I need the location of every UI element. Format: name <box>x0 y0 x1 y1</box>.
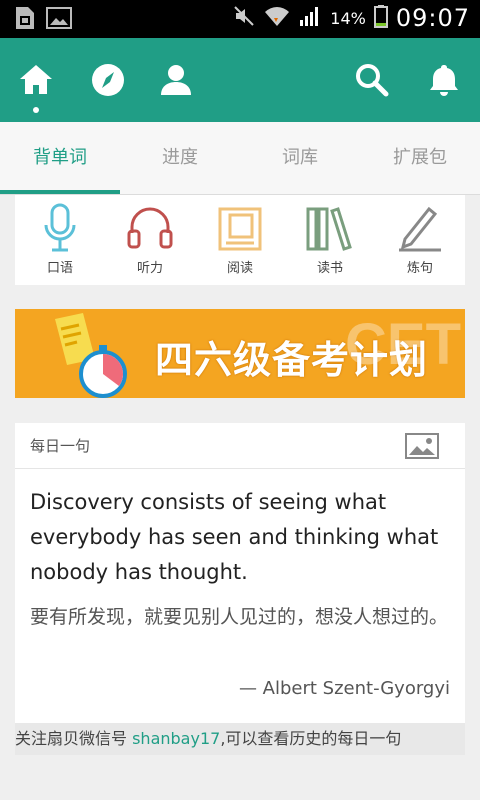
app-bar <box>0 38 480 122</box>
books-icon <box>306 207 352 251</box>
status-bar: 14% 09:07 <box>0 0 480 38</box>
headphones-icon <box>127 207 173 249</box>
cet-plan-banner[interactable]: 四六级备考计划 CET <box>15 309 465 398</box>
feature-books[interactable]: 读书 <box>285 195 375 285</box>
compass-icon[interactable] <box>90 62 126 98</box>
tab-extensions[interactable]: 扩展包 <box>360 122 480 194</box>
feature-grid: 口语 听力 阅读 读书 炼句 <box>15 195 465 285</box>
feature-reading[interactable]: 阅读 <box>195 195 285 285</box>
signal-icon <box>298 4 322 32</box>
note-suffix: ,可以查看历史的每日一句 <box>220 729 402 748</box>
feature-label: 读书 <box>316 261 343 276</box>
daily-sentence-title: 每日一句 <box>30 437 91 455</box>
tab-memorize-words[interactable]: 背单词 <box>0 122 120 194</box>
feature-sentence-practice[interactable]: 炼句 <box>375 195 465 285</box>
quote-author: — Albert Szent-Gyorgyi <box>238 678 450 699</box>
quote-chinese: 要有所发现，就要见别人见过的，想没人想过的。 <box>30 606 449 628</box>
feature-speaking[interactable]: 口语 <box>15 195 105 285</box>
feature-label: 炼句 <box>406 261 433 276</box>
document-icon <box>218 207 262 251</box>
clock: 09:07 <box>395 4 470 32</box>
wifi-icon <box>264 4 290 32</box>
microphone-icon <box>44 203 76 252</box>
battery-percent: 14% <box>330 8 366 28</box>
home-icon[interactable] <box>18 62 54 98</box>
daily-sentence-header: 每日一句 <box>15 423 465 469</box>
feature-label: 口语 <box>46 261 73 276</box>
wechat-handle[interactable]: shanbay17 <box>132 729 220 748</box>
banner-watermark: CET <box>345 312 461 377</box>
tab-bar: 背单词 进度 词库 扩展包 <box>0 122 480 195</box>
tab-word-library[interactable]: 词库 <box>240 122 360 194</box>
wechat-follow-note: 关注扇贝微信号 shanbay17,可以查看历史的每日一句 <box>15 723 465 755</box>
image-notification-icon <box>46 6 72 34</box>
feature-label: 听力 <box>136 261 163 276</box>
feature-listening[interactable]: 听力 <box>105 195 195 285</box>
battery-icon <box>373 4 388 32</box>
active-page-indicator <box>33 107 39 113</box>
feature-label: 阅读 <box>226 261 253 276</box>
stopwatch-icon <box>55 313 127 398</box>
profile-icon[interactable] <box>158 62 194 98</box>
daily-sentence-card: 每日一句 Discovery consists of seeing what e… <box>15 423 465 723</box>
note-prefix: 关注扇贝微信号 <box>15 729 133 748</box>
search-icon[interactable] <box>354 62 390 98</box>
pencil-icon <box>399 206 441 252</box>
tab-progress[interactable]: 进度 <box>120 122 240 194</box>
quote-english: Discovery consists of seeing what everyb… <box>30 490 439 584</box>
image-icon[interactable] <box>405 433 439 463</box>
mute-icon <box>232 4 256 32</box>
bell-icon[interactable] <box>426 62 462 98</box>
sim-card-icon <box>14 6 36 34</box>
